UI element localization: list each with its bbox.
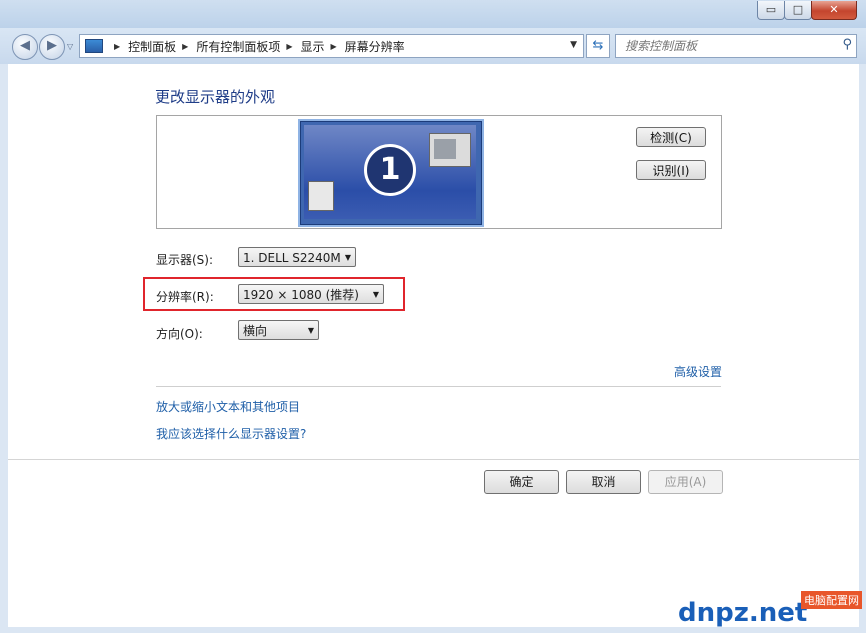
close-button[interactable]: ✕ — [811, 1, 857, 20]
recent-pages-dropdown-icon[interactable]: ▽ — [67, 42, 73, 51]
breadcrumb-item[interactable]: 屏幕分辨率 — [345, 38, 405, 55]
page-title: 更改显示器的外观 — [155, 88, 276, 106]
address-bar[interactable]: ▶ 控制面板 ▶ 所有控制面板项 ▶ 显示 ▶ 屏幕分辨率 ▼ — [79, 34, 584, 58]
monitor-number-badge: 1 — [364, 144, 416, 196]
orientation-select-value: 横向 — [243, 324, 268, 338]
resolution-label: 分辨率(R): — [156, 290, 214, 304]
maximize-button[interactable]: □ — [784, 1, 812, 20]
watermark-text: dnpz.net — [678, 598, 808, 628]
breadcrumb-item[interactable]: 控制面板 — [128, 38, 176, 55]
monitor-screen: 1 — [304, 125, 476, 219]
display-select[interactable]: 1. DELL S2240M ▼ — [238, 247, 356, 267]
detect-button[interactable]: 检测(C) — [636, 127, 706, 147]
display-label: 显示器(S): — [156, 253, 214, 267]
search-icon[interactable]: ⚲ — [842, 37, 852, 52]
display-help-link[interactable]: 我应该选择什么显示器设置? — [156, 425, 306, 442]
search-input[interactable] — [623, 37, 827, 55]
resolution-select[interactable]: 1920 × 1080 (推荐) ▼ — [238, 284, 384, 304]
footer-divider — [8, 459, 859, 460]
forward-button[interactable]: ▶ — [39, 34, 65, 60]
watermark-tag: 电脑配置网 — [801, 591, 862, 609]
back-button[interactable]: ◀ — [12, 34, 38, 60]
control-panel-icon — [85, 39, 103, 53]
chevron-down-icon: ▼ — [344, 253, 351, 262]
display-select-value: 1. DELL S2240M — [243, 251, 341, 265]
chevron-down-icon: ▼ — [372, 290, 379, 299]
breadcrumb-item[interactable]: 所有控制面板项 — [196, 38, 280, 55]
watermark-logo: dnpz.net 电脑配置网 — [678, 590, 864, 632]
orientation-select[interactable]: 横向 ▼ — [238, 320, 319, 340]
advanced-settings-link[interactable]: 高级设置 — [674, 363, 722, 380]
display-preview: 1 检测(C) 识别(I) — [156, 115, 722, 229]
chevron-down-icon: ▼ — [307, 326, 314, 335]
breadcrumb-chevron-icon[interactable]: ▶ — [182, 42, 188, 51]
cancel-button[interactable]: 取消 — [566, 470, 641, 494]
window-thumbnail-icon — [308, 181, 334, 211]
search-box[interactable]: ⚲ — [615, 34, 857, 58]
address-bar-row: ◀ ▶ ▽ ▶ 控制面板 ▶ 所有控制面板项 ▶ 显示 ▶ 屏幕分辨率 ▼ ⇆ … — [0, 28, 866, 64]
monitor-thumbnail[interactable]: 1 — [300, 121, 482, 225]
title-bar: ▭ □ ✕ — [0, 0, 866, 28]
ok-button[interactable]: 确定 — [484, 470, 559, 494]
identify-button[interactable]: 识别(I) — [636, 160, 706, 180]
breadcrumb-item[interactable]: 显示 — [301, 38, 325, 55]
minimize-button[interactable]: ▭ — [757, 1, 785, 20]
breadcrumb-chevron-icon[interactable]: ▶ — [114, 42, 120, 51]
breadcrumb-chevron-icon[interactable]: ▶ — [331, 42, 337, 51]
refresh-button[interactable]: ⇆ — [586, 34, 610, 58]
breadcrumb-chevron-icon[interactable]: ▶ — [286, 42, 292, 51]
apply-button: 应用(A) — [648, 470, 723, 494]
divider — [156, 386, 721, 387]
resolution-select-value: 1920 × 1080 (推荐) — [243, 288, 359, 302]
address-dropdown-icon[interactable]: ▼ — [570, 40, 577, 50]
main-content: 更改显示器的外观 1 检测(C) 识别(I) 显示器(S): 1. DELL S… — [8, 64, 859, 627]
orientation-label: 方向(O): — [156, 327, 203, 341]
window-thumbnail-icon — [429, 133, 471, 167]
text-size-link[interactable]: 放大或缩小文本和其他项目 — [156, 398, 300, 415]
